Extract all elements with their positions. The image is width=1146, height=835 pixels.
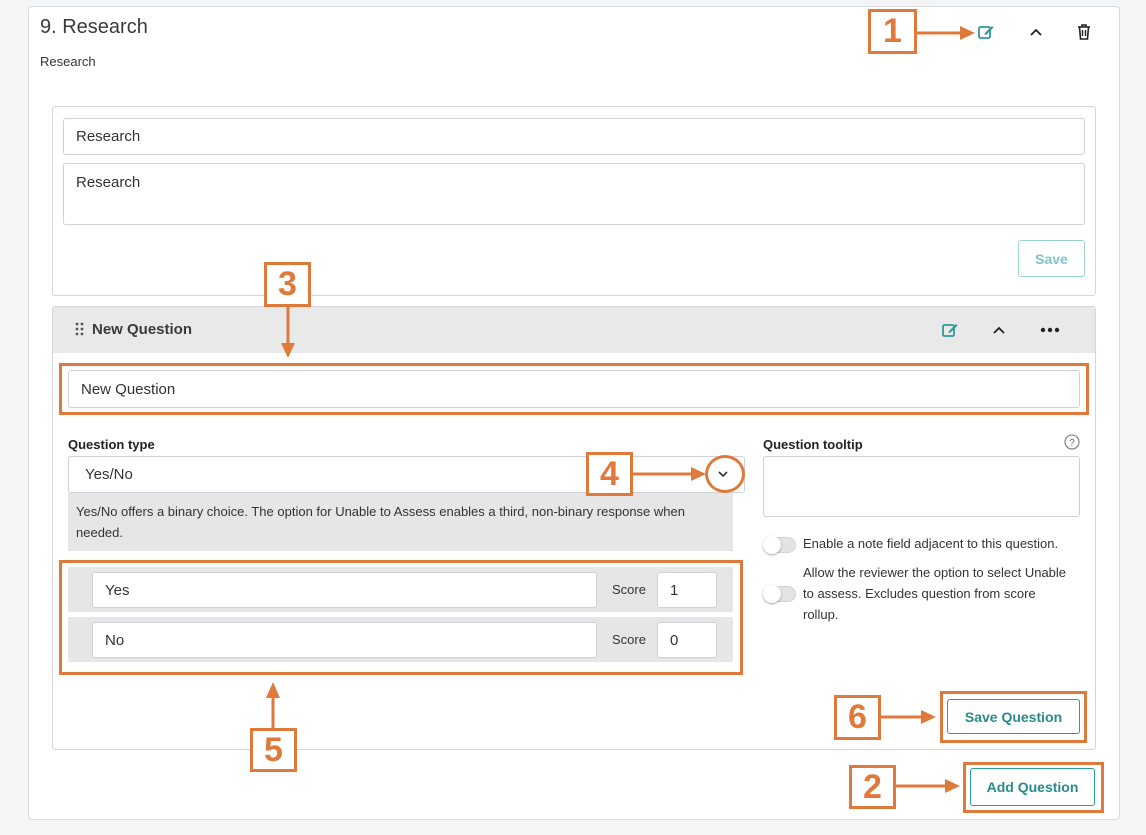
callout-6: 6 (834, 695, 881, 740)
callout-4: 4 (586, 452, 633, 496)
callout-2: 2 (849, 765, 896, 809)
callout-5: 5 (250, 728, 297, 772)
callout-arrows (266, 26, 975, 793)
callout-1: 1 (868, 9, 917, 54)
callout-3: 3 (264, 262, 311, 307)
